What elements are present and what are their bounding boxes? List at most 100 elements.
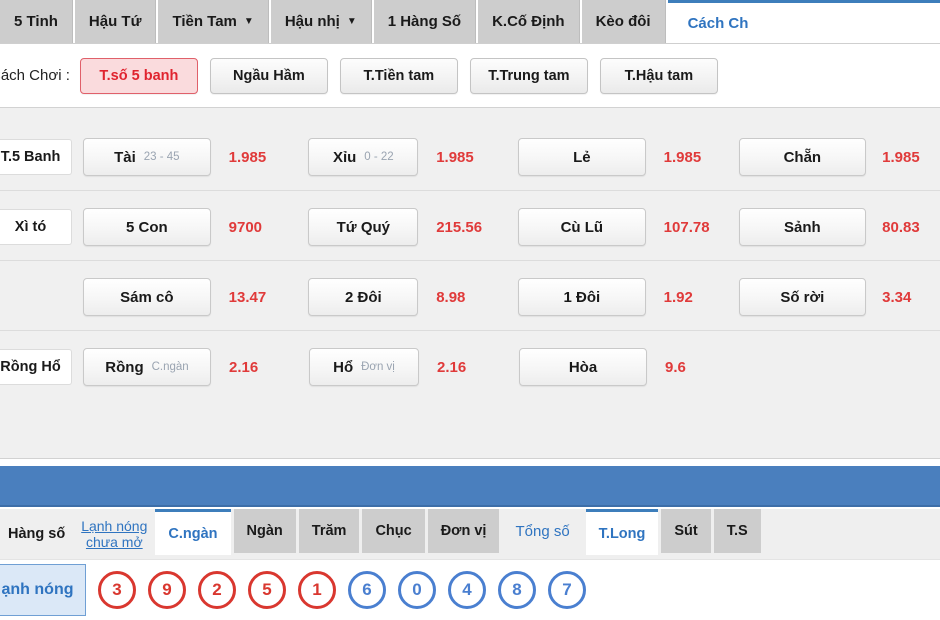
bet-name: Rồng: [105, 358, 144, 376]
digit-tab-1[interactable]: Ngàn: [233, 509, 296, 553]
bet-odds-2-1: 8.98: [436, 288, 466, 306]
hot-cold-label[interactable]: ạnh nóng: [0, 564, 86, 616]
number-ball-7[interactable]: 7: [548, 571, 586, 609]
bet-odds-1-2: 107.78: [663, 218, 710, 236]
bet-odds-0-3: 1.985: [882, 148, 920, 166]
bet-button-0-1[interactable]: Xỉu 0 - 22: [308, 138, 419, 176]
top-tab-label: Tiền Tam: [172, 13, 237, 30]
bet-odds-3-2: 9.6: [665, 358, 686, 376]
odds-row-0: T.5 Banh Tài 23 - 45 1.985 Xỉu 0 - 22 1.985 Lẻ 1…: [0, 122, 940, 192]
digit-tab-0[interactable]: C.ngàn: [155, 509, 231, 555]
number-ball-0[interactable]: 0: [398, 571, 436, 609]
play-mode-buttons: T.số 5 banh Ngầu Hầm T.Tiền tam T.Trung tam…: [79, 57, 730, 94]
odds-row-label: Rồng Hổ: [0, 349, 72, 385]
top-tab-label: 5 Tinh: [14, 13, 58, 30]
number-ball-4[interactable]: 4: [448, 571, 486, 609]
bet-button-2-1[interactable]: 2 Đôi: [308, 278, 419, 316]
bet-name: Hổ: [333, 358, 354, 376]
hang-so-label: Hàng số: [8, 526, 66, 542]
top-tab-label: Kèo đôi: [595, 13, 651, 30]
result-tab-2[interactable]: T.S: [713, 509, 761, 553]
top-tab-bar: 5 Tinh Hậu Tứ Tiền Tam ▼ Hậu nhị ▼ 1 Hàng Số K.…: [0, 0, 940, 44]
bet-name: Số rời: [780, 288, 825, 306]
hot-cold-number-row: ạnh nóng 3925160487: [0, 559, 940, 620]
bet-odds-0-2: 1.985: [663, 148, 702, 166]
top-tab-3[interactable]: Hậu nhị ▼: [270, 0, 372, 43]
number-ball-1[interactable]: 1: [298, 571, 336, 609]
play-mode-button-1[interactable]: Ngầu Hầm: [209, 57, 328, 94]
bottom-tab-bar: Hàng số Lạnh nóng chưa mở C.ngàn Ngàn Trăm…: [0, 509, 940, 559]
bet-button-0-3[interactable]: Chẵn: [738, 138, 867, 176]
number-ball-9[interactable]: 9: [148, 571, 186, 609]
bet-button-1-2[interactable]: Cù Lũ: [518, 208, 646, 246]
row-divider: [0, 330, 940, 331]
play-mode-button-3[interactable]: T.Trung tam: [469, 57, 588, 94]
lanh-nong-chua-mo-link[interactable]: Lạnh nóng chưa mở: [73, 509, 155, 559]
play-mode-button-4[interactable]: T.Hậu tam: [599, 57, 718, 94]
bet-odds-1-3: 80.83: [882, 218, 920, 236]
bet-odds-1-0: 9700: [228, 218, 263, 236]
bet-odds-2-0: 13.47: [228, 288, 267, 306]
row-divider: [0, 260, 940, 261]
play-mode-button-2[interactable]: T.Tiền tam: [339, 57, 458, 94]
digit-tab-2[interactable]: Trăm: [298, 509, 360, 553]
top-tab-2[interactable]: Tiền Tam ▼: [158, 0, 269, 43]
bet-name: Chẵn: [783, 148, 822, 166]
bet-odds-3-1: 2.16: [437, 358, 467, 376]
bet-name: Sảnh: [783, 218, 821, 236]
chevron-down-icon: ▼: [346, 15, 357, 27]
bet-button-2-0[interactable]: Sám cô: [83, 278, 211, 316]
bet-name: 5 Con: [125, 218, 168, 236]
bet-name: Lẻ: [573, 148, 591, 166]
bet-range: Đơn vị: [361, 361, 395, 373]
digit-tab-3[interactable]: Chục: [362, 509, 425, 553]
odds-row-label: [0, 279, 72, 315]
tong-so-tab[interactable]: Tổng số: [502, 509, 583, 553]
bet-button-1-1[interactable]: Tứ Quý: [308, 208, 419, 246]
number-ball-2[interactable]: 2: [198, 571, 236, 609]
row-divider: [0, 190, 940, 191]
bet-button-1-3[interactable]: Sảnh: [738, 208, 867, 246]
bet-name: 2 Đôi: [344, 288, 382, 306]
bet-odds-1-1: 215.56: [436, 218, 483, 236]
play-mode-button-0[interactable]: T.số 5 banh: [79, 57, 198, 94]
bet-name: 1 Đôi: [563, 288, 601, 306]
app-root: 5 Tinh Hậu Tứ Tiền Tam ▼ Hậu nhị ▼ 1 Hàng Số K.…: [0, 0, 940, 620]
number-ball-5[interactable]: 5: [248, 571, 286, 609]
top-tab-label: Hậu Tứ: [88, 13, 142, 30]
blue-divider-bar: [0, 466, 940, 507]
bet-button-0-0[interactable]: Tài 23 - 45: [83, 138, 211, 176]
top-tab-5[interactable]: K.Cố Định: [478, 0, 580, 43]
odds-panel: T.5 Banh Tài 23 - 45 1.985 Xỉu 0 - 22 1.985 Lẻ 1…: [0, 107, 940, 459]
chevron-down-icon: ▼: [243, 15, 254, 27]
bet-name: Sám cô: [120, 288, 174, 306]
bet-range: C.ngàn: [151, 361, 189, 373]
result-tab-0[interactable]: T.Long: [585, 509, 659, 555]
bet-button-0-2[interactable]: Lẻ: [518, 138, 646, 176]
bet-range: 0 - 22: [364, 151, 394, 163]
top-tab-label: K.Cố Định: [492, 13, 565, 30]
bet-button-3-0[interactable]: Rồng C.ngàn: [83, 348, 211, 386]
odds-row-label: Xì tó: [0, 209, 72, 245]
odds-row-2: Sám cô 13.47 2 Đôi 8.98 1 Đôi 1.92 Số rời 3.34: [0, 262, 940, 332]
top-tab-4[interactable]: 1 Hàng Số: [373, 0, 477, 43]
bet-odds-2-2: 1.92: [663, 288, 693, 306]
play-mode-row: Cách Chơi : T.số 5 banh Ngầu Hầm T.Tiền ta…: [0, 44, 940, 107]
bet-button-1-0[interactable]: 5 Con: [83, 208, 211, 246]
bet-button-2-2[interactable]: 1 Đôi: [518, 278, 646, 316]
top-tab-7[interactable]: Cách Ch: [667, 0, 940, 43]
number-ball-8[interactable]: 8: [498, 571, 536, 609]
number-ball-6[interactable]: 6: [348, 571, 386, 609]
bet-name: Tứ Quý: [336, 218, 391, 236]
bet-button-3-2[interactable]: Hòa: [519, 348, 647, 386]
number-ball-3[interactable]: 3: [98, 571, 136, 609]
digit-tab-4[interactable]: Đơn vị: [427, 509, 500, 553]
bet-button-3-1[interactable]: Hổ Đơn vị: [309, 348, 419, 386]
result-tab-1[interactable]: Sút: [661, 509, 711, 553]
top-tab-0[interactable]: 5 Tinh: [0, 0, 73, 43]
bet-button-2-3[interactable]: Số rời: [738, 278, 867, 316]
top-tab-1[interactable]: Hậu Tứ: [74, 0, 157, 43]
odds-row-1: Xì tó 5 Con 9700 Tứ Quý 215.56 Cù Lũ 107.78 Sản…: [0, 192, 940, 262]
bet-odds-0-1: 1.985: [436, 148, 474, 166]
top-tab-6[interactable]: Kèo đôi: [581, 0, 666, 43]
